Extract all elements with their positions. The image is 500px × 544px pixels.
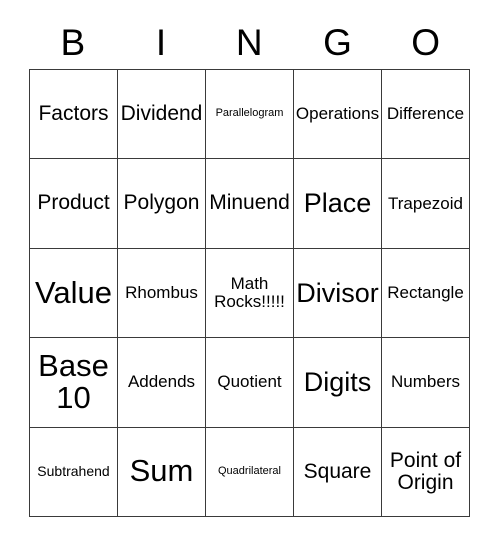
bingo-header-row: BINGO <box>29 16 470 68</box>
bingo-cell[interactable]: Square <box>294 427 382 517</box>
bingo-cell-label: Quotient <box>217 372 282 392</box>
bingo-header-letter-3: N <box>235 21 264 63</box>
bingo-cell-label: Polygon <box>123 191 200 215</box>
bingo-cell-label: Trapezoid <box>388 193 463 213</box>
bingo-cell-label: Dividend <box>120 102 203 126</box>
bingo-cell-label: Digits <box>303 367 372 398</box>
bingo-cell-label: Base 10 <box>38 347 109 416</box>
bingo-cell-label: Math Rocks!!!!! <box>214 273 285 311</box>
bingo-cell[interactable]: Rectangle <box>382 248 470 339</box>
bingo-cell-label: Product <box>37 191 110 215</box>
bingo-cell-label: Addends <box>127 372 196 392</box>
bingo-cell-label: Rhombus <box>125 282 198 302</box>
bingo-cell-label: Rectangle <box>387 282 464 302</box>
bingo-cell[interactable]: Polygon <box>118 159 206 249</box>
bingo-cell-label: Divisor <box>296 277 379 308</box>
bingo-cell[interactable]: Difference <box>382 70 470 160</box>
bingo-cell-label: Minuend <box>209 191 290 215</box>
bingo-cell[interactable]: Sum <box>118 427 206 517</box>
bingo-cell[interactable]: Dividend <box>118 70 206 160</box>
bingo-cell[interactable]: Digits <box>294 338 382 428</box>
bingo-cell[interactable]: Rhombus <box>118 248 206 339</box>
bingo-cell-label: Factors <box>38 102 109 126</box>
bingo-header-letter-5: O <box>411 21 441 63</box>
bingo-cell-label: Numbers <box>391 372 460 392</box>
bingo-cell-label: Value <box>35 274 112 310</box>
bingo-cell-label: Point of Origin <box>389 448 462 494</box>
bingo-cell[interactable]: Numbers <box>382 338 470 428</box>
bingo-header-letter-4: G <box>323 21 353 63</box>
bingo-header-letter-1: B <box>60 21 86 63</box>
bingo-cell-label: Square <box>303 459 372 483</box>
bingo-cell[interactable]: Addends <box>118 338 206 428</box>
bingo-cell[interactable]: Parallelogram <box>206 70 294 160</box>
bingo-cell[interactable]: Base 10 <box>30 338 118 428</box>
bingo-cell[interactable]: Place <box>294 159 382 249</box>
bingo-cell-label: Place <box>303 188 372 219</box>
bingo-cell[interactable]: Divisor <box>294 248 382 339</box>
bingo-cell[interactable]: Product <box>30 159 118 249</box>
bingo-cell-label: Subtrahend <box>37 463 110 480</box>
bingo-cell-label: Parallelogram <box>215 107 284 120</box>
bingo-cell[interactable]: Point of Origin <box>382 427 470 517</box>
bingo-cell[interactable]: Subtrahend <box>30 427 118 517</box>
bingo-cell[interactable]: Quadrilateral <box>206 427 294 517</box>
bingo-cell[interactable]: Trapezoid <box>382 159 470 249</box>
bingo-grid: Factors Dividend Parallelogram Operations Di… <box>29 69 470 517</box>
bingo-cell[interactable]: Quotient <box>206 338 294 428</box>
bingo-cell[interactable]: Factors <box>30 70 118 160</box>
bingo-cell-label: Quadrilateral <box>218 464 281 477</box>
bingo-cell-label: Sum <box>129 453 194 489</box>
bingo-cell-label: Difference <box>386 104 465 124</box>
bingo-header-letter-2: I <box>155 21 167 63</box>
bingo-card: B I N G O Factors Dividend Parallelogram Operat… <box>0 0 500 544</box>
bingo-cell[interactable]: Math Rocks!!!!! <box>206 248 294 339</box>
bingo-cell[interactable]: Value <box>30 248 118 339</box>
bingo-cell[interactable]: Minuend <box>206 159 294 249</box>
bingo-cell-label: Operations <box>295 104 380 124</box>
bingo-cell[interactable]: Operations <box>294 70 382 160</box>
